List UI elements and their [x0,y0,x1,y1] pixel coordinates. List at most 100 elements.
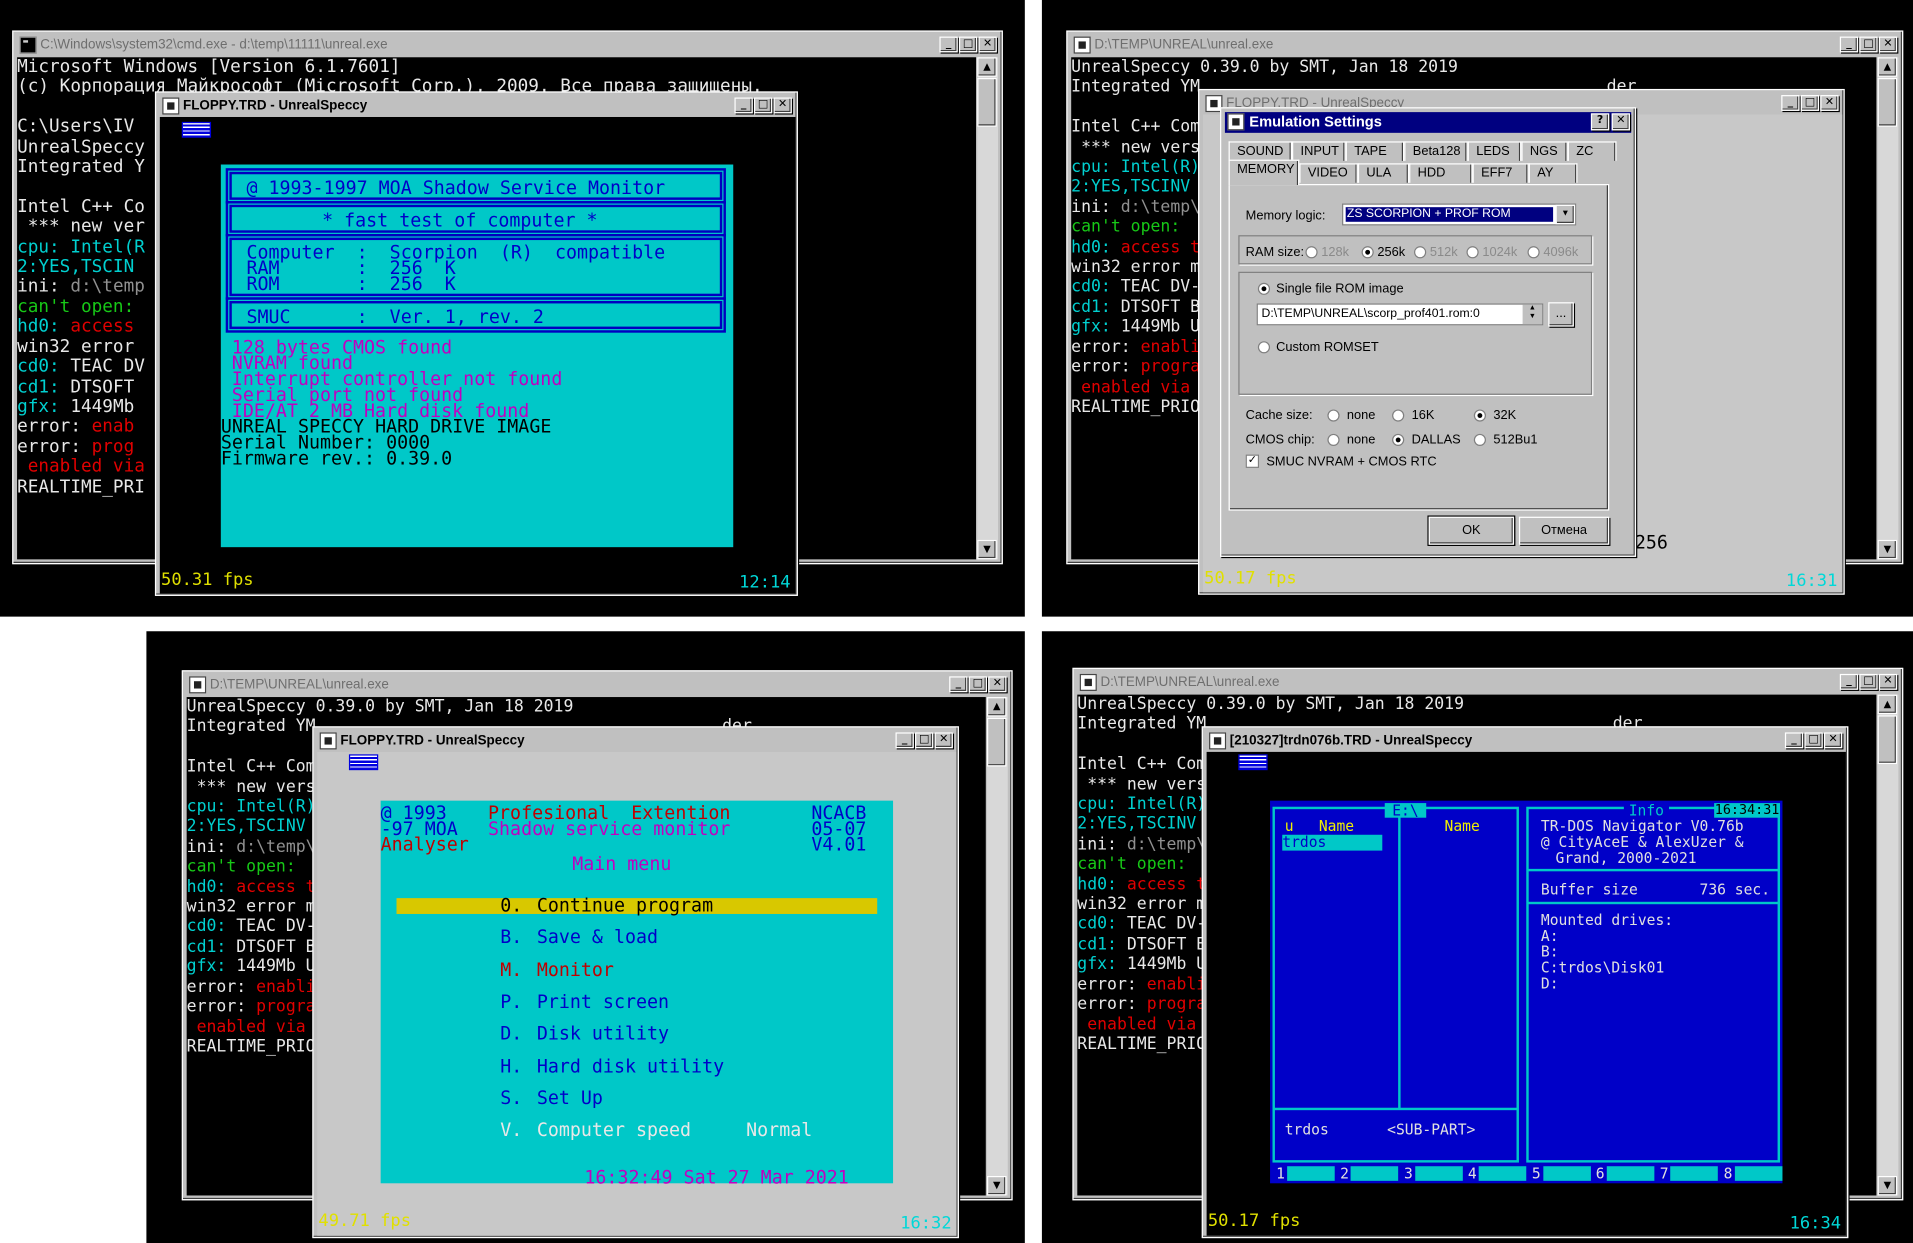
maximize-button[interactable]: □ [915,732,934,749]
maximize-button[interactable]: □ [1859,36,1878,53]
close-button[interactable]: ✕ [1820,95,1839,111]
ram-radio-4096k[interactable] [1527,246,1540,259]
vertical-scrollbar[interactable]: ▲ ▼ [1877,694,1899,1196]
scroll-thumb[interactable] [977,77,997,127]
menu-item-0[interactable]: 0. Continue program [396,896,878,915]
menu-item-m[interactable]: M. Monitor [397,960,878,978]
rom-spin-button[interactable]: ▲ ▼ [1522,304,1543,325]
menu-item-d[interactable]: D. Disk utility [397,1024,878,1042]
console-titlebar[interactable]: D:\TEMP\UNREAL\unreal.exe [1077,672,1899,693]
maximize-button[interactable]: □ [958,36,978,53]
menu-item-h[interactable]: H. Hard disk utility [397,1057,878,1075]
scroll-up-button[interactable]: ▲ [1877,57,1898,77]
tab-leds[interactable]: LEDS [1467,141,1522,161]
minimize-button[interactable]: _ [1784,732,1804,749]
fkey-button-2[interactable] [1351,1166,1399,1181]
close-button[interactable]: ✕ [1611,113,1630,131]
vertical-scrollbar[interactable]: ▲ ▼ [1877,57,1899,560]
chevron-down-icon[interactable]: ▼ [1555,204,1576,225]
close-button[interactable]: ✕ [978,36,997,53]
tab-eff7[interactable]: EFF7 [1472,163,1529,183]
close-button[interactable]: ✕ [988,676,1007,693]
minimize-button[interactable]: _ [939,36,958,53]
tab-zc[interactable]: ZC [1567,141,1617,161]
tab-memory[interactable]: MEMORY [1228,159,1300,186]
vertical-scrollbar[interactable]: ▲ ▼ [977,57,998,560]
close-button[interactable]: ✕ [1823,732,1843,749]
close-button[interactable]: ✕ [1878,36,1898,53]
fkey-button-8[interactable] [1734,1166,1783,1181]
maximize-button[interactable]: □ [1804,732,1823,749]
dialog-titlebar[interactable]: Emulation Settings [1224,112,1632,133]
close-button[interactable]: ✕ [773,97,792,114]
cmos-radio-dallas[interactable] [1392,433,1405,447]
emulator-window[interactable]: [210327]trdn076b.TRD - UnrealSpeccy _ □ … [1201,726,1849,1239]
memory-logic-select[interactable]: ZS SCORPION + PROF ROM ▼ [1342,203,1577,226]
cache-radio-16k[interactable] [1392,409,1405,422]
single-rom-radio[interactable] [1257,282,1271,295]
maximize-button[interactable]: □ [968,676,988,693]
cmos-radio-512bu1[interactable] [1473,433,1486,447]
tab-video[interactable]: VIDEO [1299,163,1358,183]
file-item-selected[interactable]: trdos [1282,834,1383,851]
ok-button[interactable]: OK [1428,516,1515,545]
console-titlebar[interactable]: D:\TEMP\UNREAL\unreal.exe [1071,35,1899,55]
maximize-button[interactable]: □ [753,97,773,114]
tab-beta128[interactable]: Beta128 [1404,141,1468,161]
minimize-button[interactable]: _ [1839,36,1859,53]
custom-romset-radio[interactable] [1257,341,1271,354]
emulator-titlebar[interactable]: FLOPPY.TRD - UnrealSpeccy [317,731,955,751]
close-button[interactable]: ✕ [934,732,953,749]
fkey-button-3[interactable] [1414,1166,1463,1181]
menu-item-p[interactable]: P. Print screen [397,992,878,1010]
menu-item-v[interactable]: V. Computer speed Normal [397,1121,878,1139]
scroll-up-button[interactable]: ▲ [1877,694,1898,715]
fkey-button-7[interactable] [1670,1166,1719,1181]
minimize-button[interactable]: _ [1781,95,1800,111]
emulator-screen[interactable]: @ 1993-1997 MOA Shadow Service Monitor *… [159,116,796,594]
minimize-button[interactable]: _ [1839,673,1859,690]
maximize-button[interactable]: □ [1859,673,1878,690]
scroll-thumb[interactable] [1877,715,1898,765]
fkey-button-5[interactable] [1542,1166,1591,1181]
ram-radio-256k[interactable] [1361,246,1374,259]
tab-hdd[interactable]: HDD [1409,163,1473,183]
rom-path-input[interactable]: D:\TEMP\UNREAL\scorp_prof401.rom:0 [1256,303,1544,326]
fkey-button-1[interactable] [1287,1166,1335,1181]
scroll-down-button[interactable]: ▼ [1877,1175,1898,1196]
cancel-button[interactable]: Отмена [1518,516,1610,545]
minimize-button[interactable]: _ [734,97,753,114]
tab-ay[interactable]: AY [1528,163,1578,183]
emulation-settings-dialog[interactable]: Emulation Settings ? ✕ SOUND INPUT TAPE Bet… [1220,107,1637,557]
scroll-thumb[interactable] [1877,77,1898,127]
minimize-button[interactable]: _ [895,732,914,749]
ram-radio-512k[interactable] [1414,246,1427,259]
fkey-button-4[interactable] [1478,1166,1527,1181]
scroll-down-button[interactable]: ▼ [987,1175,1007,1196]
emulator-screen[interactable]: E:\ u Name Name trdos trdos <SUB-PART> I… [1206,751,1846,1236]
emulator-titlebar[interactable]: [210327]trdn076b.TRD - UnrealSpeccy [1206,731,1844,751]
emulator-titlebar[interactable]: FLOPPY.TRD - UnrealSpeccy [159,96,794,116]
cmd-titlebar[interactable]: C:\Windows\system32\cmd.exe - d:\temp\11… [17,35,998,55]
cache-radio-none[interactable] [1327,409,1340,422]
emulator-window[interactable]: FLOPPY.TRD - UnrealSpeccy _ □ ✕ @ 1993 -9… [312,726,959,1239]
tab-input[interactable]: INPUT [1292,141,1346,161]
maximize-button[interactable]: □ [1800,95,1820,111]
cmos-radio-none[interactable] [1327,433,1340,447]
close-button[interactable]: ✕ [1878,673,1898,690]
scroll-down-button[interactable]: ▼ [1877,539,1898,560]
emulator-window[interactable]: FLOPPY.TRD - UnrealSpeccy _ □ ✕ @ 1993-1… [154,91,798,596]
scroll-up-button[interactable]: ▲ [987,697,1007,717]
cache-radio-32k[interactable] [1473,409,1486,422]
scroll-down-button[interactable]: ▼ [977,539,997,560]
scroll-thumb[interactable] [987,717,1007,767]
vertical-scrollbar[interactable]: ▲ ▼ [987,697,1008,1196]
ram-radio-1024k[interactable] [1466,246,1479,259]
ram-radio-128k[interactable] [1305,246,1318,259]
scroll-up-button[interactable]: ▲ [977,57,997,77]
browse-button[interactable]: ... [1548,302,1574,327]
smuc-checkbox[interactable]: ✓ [1245,454,1260,468]
menu-item-s[interactable]: S. Set Up [397,1089,878,1107]
tab-sound[interactable]: SOUND [1228,141,1293,161]
help-button[interactable]: ? [1590,113,1610,131]
